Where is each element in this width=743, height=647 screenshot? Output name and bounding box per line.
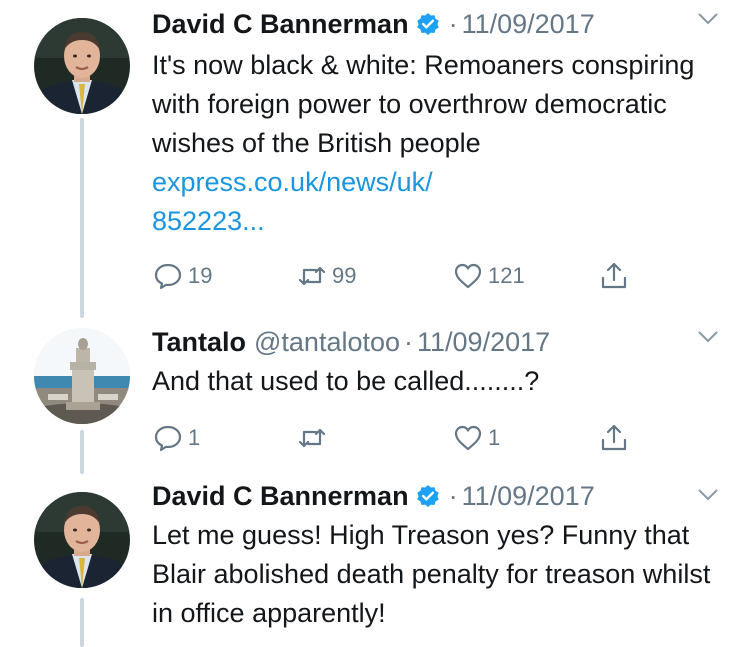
reply-icon [154,263,182,290]
tweet-text: Let me guess! High Treason yes? Funny th… [152,516,722,633]
avatar[interactable] [34,492,130,588]
tweet-date[interactable]: 11/09/2017 [417,327,550,358]
tweet[interactable]: David C Bannerman · 11/09/2017 Let me gu… [0,476,743,647]
tweet-header: Tantalo @tantalotoo · 11/09/2017 [152,322,550,362]
share-button[interactable] [598,418,634,458]
retweet-button[interactable] [296,418,332,458]
avatar[interactable] [34,18,130,114]
reply-count: 19 [188,263,213,288]
tweet-date[interactable]: 11/09/2017 [462,9,595,40]
author-name[interactable]: Tantalo [152,327,246,358]
tweet-text: It's now black & white: Remoaners conspi… [152,46,722,241]
monument-avatar-image [34,328,130,424]
chevron-down-icon[interactable] [697,330,719,344]
share-icon [601,262,627,289]
tweet-text-body: It's now black & white: Remoaners conspi… [152,50,695,158]
author-handle[interactable]: @tantalotoo [254,327,400,358]
tweet-link-continued[interactable]: 852223... [152,206,265,236]
author-name[interactable]: David C Bannerman [152,481,409,512]
man-in-suit-avatar-image [34,18,130,114]
retweet-count: 99 [332,263,357,288]
date-separator: · [448,480,458,511]
tweet-link[interactable]: express.co.uk/news/uk/ [152,167,433,197]
chevron-down-icon[interactable] [697,488,719,502]
like-count: 1 [488,425,501,450]
tweet-text: And that used to be called........? [152,362,722,401]
tweet-actions: 1 1 [152,418,652,458]
retweet-icon [298,266,326,286]
tweet-text-body: Let me guess! High Treason yes? Funny th… [152,520,711,628]
verified-badge-icon [416,13,439,36]
tweet-date[interactable]: 11/09/2017 [462,481,595,512]
avatar[interactable] [34,328,130,424]
like-button[interactable]: 1 [452,418,500,458]
chevron-down-icon[interactable] [697,12,719,26]
like-button[interactable]: 121 [452,256,525,296]
tweet-header: David C Bannerman · 11/09/2017 [152,476,595,516]
reply-button[interactable]: 1 [152,418,200,458]
share-button[interactable] [598,256,634,296]
reply-count: 1 [188,425,201,450]
like-count: 121 [488,263,525,288]
man-in-suit-avatar-image [34,492,130,588]
heart-icon [454,425,482,451]
retweet-icon [298,428,326,448]
author-name[interactable]: David C Bannerman [152,9,409,40]
tweet-text-body: And that used to be called........? [152,366,540,396]
reply-icon [154,425,182,452]
verified-badge-icon [416,485,439,508]
tweet-header: David C Bannerman · 11/09/2017 [152,4,595,44]
date-separator: · [404,326,414,357]
reply-button[interactable]: 19 [152,256,212,296]
heart-icon [454,263,482,289]
retweet-button[interactable]: 99 [296,256,356,296]
tweet[interactable]: Tantalo @tantalotoo · 11/09/2017 And tha… [0,318,743,468]
tweet-actions: 19 99 121 [152,256,652,296]
tweet[interactable]: David C Bannerman · 11/09/2017 It's now … [0,0,743,318]
date-separator: · [448,8,458,39]
share-icon [601,424,627,451]
